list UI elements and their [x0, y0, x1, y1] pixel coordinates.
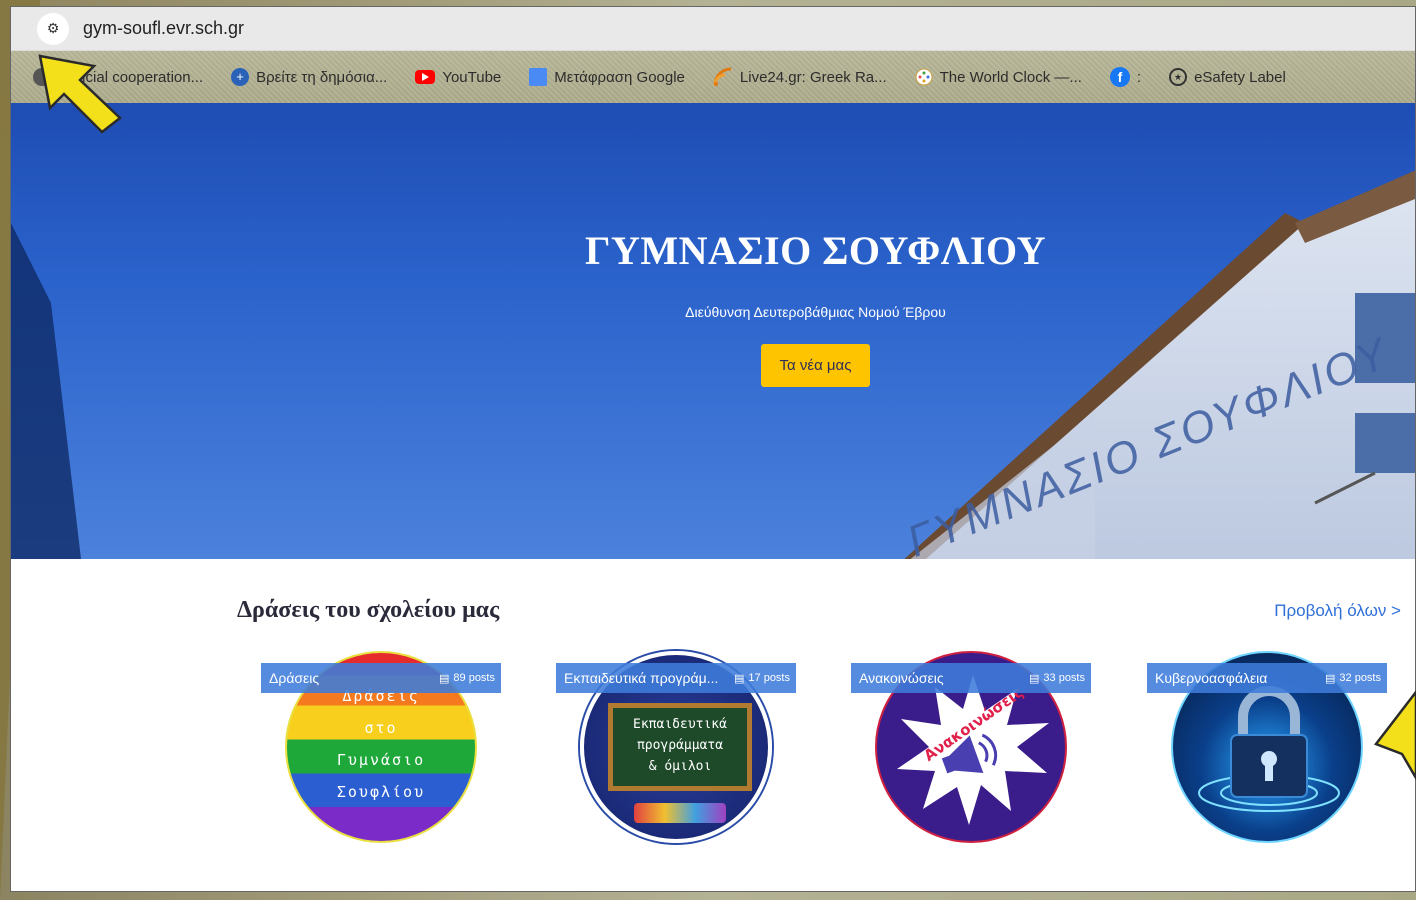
category-name: Εκπαιδευτικά προγράμ... [564, 670, 719, 686]
category-tag: Κυβερνοασφάλεια ▤ 32 posts [1147, 663, 1387, 693]
image-text-line: στο [364, 719, 398, 737]
image-text-line: Γυμνάσιο [336, 751, 426, 769]
hero-banner: ΓΥΜΝΑΣΙΟ ΣΟΥΦΛΙΟΥ ΓΥΜΝΑΣΙΟ ΣΟΥΦΛΙΟΥ Διεύ… [11, 103, 1415, 559]
image-text-line: & όμιλοι [648, 759, 712, 774]
category-name: Δράσεις [269, 670, 320, 686]
view-all-link[interactable]: Προβολή όλων > [1274, 601, 1401, 621]
google-translate-icon [529, 68, 548, 86]
post-count: 89 posts [453, 672, 495, 684]
world-clock-icon [915, 68, 933, 86]
category-tag: Ανακοινώσεις ▤ 33 posts [851, 663, 1091, 693]
hero-title: ΓΥΜΝΑΣΙΟ ΣΟΥΦΛΙΟΥ [585, 228, 1046, 273]
bookmark-world-clock[interactable]: The World Clock —... [915, 68, 1082, 86]
category-tag: Δράσεις ▤ 89 posts [261, 663, 501, 693]
bookmark-esafety[interactable]: ★ eSafety Label [1169, 68, 1286, 86]
plus-circle-icon: + [231, 68, 250, 86]
pointer-arrow-icon [38, 54, 122, 134]
bookmark-facebook[interactable]: f : [1109, 67, 1141, 87]
archive-icon: ▤ [734, 672, 745, 685]
site-info-icon[interactable]: ⚙ [37, 12, 69, 45]
bookmark-youtube[interactable]: YouTube [415, 69, 501, 86]
image-text-line: Σουφλίου [336, 783, 426, 801]
category-card-programs[interactable]: Εκπαιδευτικά προγράμματα & όμιλοι Εκπαιδ… [556, 651, 796, 851]
facebook-icon: f [1109, 67, 1130, 87]
image-text-line: Εκπαιδευτικά [633, 717, 727, 732]
radio-icon [713, 67, 732, 86]
section-title: Δράσεις του σχολείου μας [237, 597, 500, 623]
activities-section: Δράσεις του σχολείου μας Προβολή όλων > … [11, 559, 1415, 891]
archive-icon: ▤ [439, 672, 450, 685]
archive-icon: ▤ [1325, 672, 1336, 685]
post-count: 17 posts [748, 672, 790, 684]
url-text[interactable]: gym-soufl.evr.sch.gr [83, 18, 244, 39]
youtube-icon [415, 70, 436, 84]
post-count: 32 posts [1339, 672, 1381, 684]
category-card-announcements[interactable]: Ανακοινώσεις Ανακοινώσεις ▤ 33 posts [851, 651, 1091, 851]
hero-subtitle: Διεύθυνση Δευτεροβάθμιας Νομού Έβρου [685, 304, 946, 320]
category-name: Κυβερνοασφάλεια [1155, 670, 1268, 686]
bookmark-live24[interactable]: Live24.gr: Greek Ra... [713, 67, 887, 87]
browser-window: ⚙ gym-soufl.evr.sch.gr Judicial cooperat… [10, 6, 1416, 892]
bookmark-google-translate[interactable]: Μετάφραση Google [529, 68, 685, 86]
news-button[interactable]: Τα νέα μας [760, 344, 871, 387]
post-count: 33 posts [1043, 672, 1085, 684]
category-card-cybersecurity[interactable]: Κυβερνοασφάλεια ▤ 32 posts [1147, 651, 1387, 851]
image-text-line: προγράμματα [636, 738, 724, 753]
bookmarks-bar: Judicial cooperation... + Βρείτε τη δημό… [11, 51, 1415, 103]
hero-content: ΓΥΜΝΑΣΙΟ ΣΟΥΦΛΙΟΥ Διεύθυνση Δευτεροβάθμι… [11, 227, 1415, 387]
category-tag: Εκπαιδευτικά προγράμ... ▤ 17 posts [556, 663, 796, 693]
address-bar[interactable]: ⚙ gym-soufl.evr.sch.gr [11, 7, 1415, 51]
category-name: Ανακοινώσεις [859, 670, 944, 686]
esafety-icon: ★ [1169, 68, 1188, 86]
archive-icon: ▤ [1029, 672, 1040, 685]
pointer-arrow-icon [1373, 690, 1416, 780]
bookmark-dimosia[interactable]: + Βρείτε τη δημόσια... [231, 68, 387, 86]
category-card-draseis[interactable]: Δράσεις στο Γυμνάσιο Σουφλίου Δράσεις ▤ 8… [261, 651, 501, 851]
